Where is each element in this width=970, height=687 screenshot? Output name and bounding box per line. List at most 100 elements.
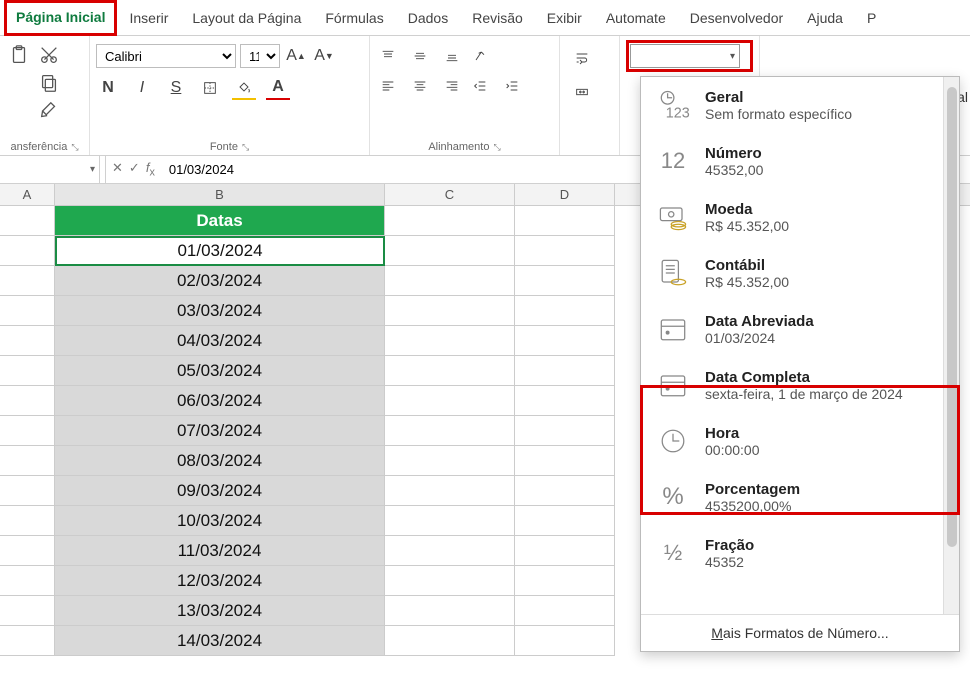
format-long-date[interactable]: Data Completa sexta-feira, 1 de março de…	[641, 357, 959, 413]
cell[interactable]	[515, 506, 615, 536]
table-row[interactable]: 14/03/2024	[55, 626, 385, 656]
format-number[interactable]: 12 Número 45352,00	[641, 133, 959, 189]
align-right-button[interactable]	[440, 74, 464, 98]
cell[interactable]	[0, 326, 55, 356]
orientation-button[interactable]	[468, 44, 492, 68]
font-name-select[interactable]: Calibri	[96, 44, 236, 68]
cell[interactable]	[0, 596, 55, 626]
cell[interactable]	[0, 566, 55, 596]
format-general[interactable]: 123 Geral Sem formato específico	[641, 77, 959, 133]
table-row[interactable]: 03/03/2024	[55, 296, 385, 326]
col-header-B[interactable]: B	[55, 184, 385, 205]
fill-color-button[interactable]	[232, 76, 256, 100]
table-header[interactable]: Datas	[55, 206, 385, 236]
cell[interactable]	[0, 446, 55, 476]
tab-developer[interactable]: Desenvolvedor	[678, 0, 795, 36]
tab-view[interactable]: Exibir	[535, 0, 594, 36]
cell[interactable]	[385, 206, 515, 236]
table-row[interactable]: 08/03/2024	[55, 446, 385, 476]
cell[interactable]	[0, 206, 55, 236]
cell[interactable]	[385, 566, 515, 596]
cell[interactable]	[0, 236, 55, 266]
format-percent[interactable]: % Porcentagem 4535200,00%	[641, 469, 959, 525]
table-row[interactable]: 05/03/2024	[55, 356, 385, 386]
fx-icon[interactable]: fx	[146, 160, 155, 179]
align-bottom-button[interactable]	[440, 44, 464, 68]
paste-button[interactable]	[8, 44, 30, 66]
cell[interactable]	[515, 356, 615, 386]
increase-indent-button[interactable]	[500, 74, 524, 98]
table-row[interactable]: 06/03/2024	[55, 386, 385, 416]
cell[interactable]	[0, 476, 55, 506]
number-format-select[interactable]: ▾	[630, 44, 740, 68]
table-row[interactable]: 02/03/2024	[55, 266, 385, 296]
more-number-formats[interactable]: Mais Formatos de Número...	[641, 614, 959, 651]
cell[interactable]	[385, 326, 515, 356]
cell[interactable]	[0, 416, 55, 446]
cell[interactable]	[0, 356, 55, 386]
cell[interactable]	[515, 476, 615, 506]
cell[interactable]	[0, 266, 55, 296]
cell[interactable]	[385, 266, 515, 296]
table-row[interactable]: 01/03/2024	[55, 236, 385, 266]
tab-data[interactable]: Dados	[396, 0, 460, 36]
cell[interactable]	[385, 536, 515, 566]
tab-review[interactable]: Revisão	[460, 0, 535, 36]
col-header-C[interactable]: C	[385, 184, 515, 205]
format-currency[interactable]: Moeda R$ 45.352,00	[641, 189, 959, 245]
wrap-text-button[interactable]	[570, 46, 594, 70]
table-row[interactable]: 04/03/2024	[55, 326, 385, 356]
tab-formulas[interactable]: Fórmulas	[313, 0, 395, 36]
cell[interactable]	[515, 566, 615, 596]
enter-formula-icon[interactable]: ✓	[129, 160, 140, 179]
table-row[interactable]: 11/03/2024	[55, 536, 385, 566]
font-size-select[interactable]: 11	[240, 44, 280, 68]
border-button[interactable]	[198, 76, 222, 100]
italic-button[interactable]: I	[130, 76, 154, 100]
tab-home[interactable]: Página Inicial	[4, 0, 117, 36]
align-top-button[interactable]	[376, 44, 400, 68]
cell[interactable]	[515, 446, 615, 476]
cell[interactable]	[515, 326, 615, 356]
bold-button[interactable]: N	[96, 76, 120, 100]
cell[interactable]	[515, 596, 615, 626]
cell[interactable]	[385, 626, 515, 656]
cell[interactable]	[385, 386, 515, 416]
align-center-button[interactable]	[408, 74, 432, 98]
cell[interactable]	[0, 386, 55, 416]
cell[interactable]	[385, 236, 515, 266]
font-color-button[interactable]: A	[266, 76, 290, 100]
scrollbar-thumb[interactable]	[947, 87, 957, 547]
table-row[interactable]: 13/03/2024	[55, 596, 385, 626]
cell[interactable]	[0, 626, 55, 656]
underline-button[interactable]: S	[164, 76, 188, 100]
table-row[interactable]: 12/03/2024	[55, 566, 385, 596]
cell[interactable]	[0, 536, 55, 566]
dropdown-scrollbar[interactable]	[943, 77, 959, 614]
tab-automate[interactable]: Automate	[594, 0, 678, 36]
col-header-D[interactable]: D	[515, 184, 615, 205]
cell[interactable]	[385, 596, 515, 626]
align-left-button[interactable]	[376, 74, 400, 98]
cell[interactable]	[515, 386, 615, 416]
cell[interactable]	[515, 296, 615, 326]
copy-button[interactable]	[38, 72, 60, 94]
align-middle-button[interactable]	[408, 44, 432, 68]
cell[interactable]	[385, 356, 515, 386]
cell[interactable]	[385, 506, 515, 536]
cell[interactable]	[515, 626, 615, 656]
cell[interactable]	[0, 296, 55, 326]
tab-more[interactable]: P	[855, 0, 888, 36]
cell[interactable]	[515, 536, 615, 566]
decrease-indent-button[interactable]	[468, 74, 492, 98]
format-painter-button[interactable]	[38, 100, 60, 122]
cell[interactable]	[515, 416, 615, 446]
tab-insert[interactable]: Inserir	[117, 0, 180, 36]
cancel-formula-icon[interactable]: ✕	[112, 160, 123, 179]
table-row[interactable]: 07/03/2024	[55, 416, 385, 446]
tab-page-layout[interactable]: Layout da Página	[180, 0, 313, 36]
table-row[interactable]: 10/03/2024	[55, 506, 385, 536]
cell[interactable]	[515, 206, 615, 236]
name-box[interactable]: ▾	[0, 156, 100, 183]
cell[interactable]	[515, 236, 615, 266]
